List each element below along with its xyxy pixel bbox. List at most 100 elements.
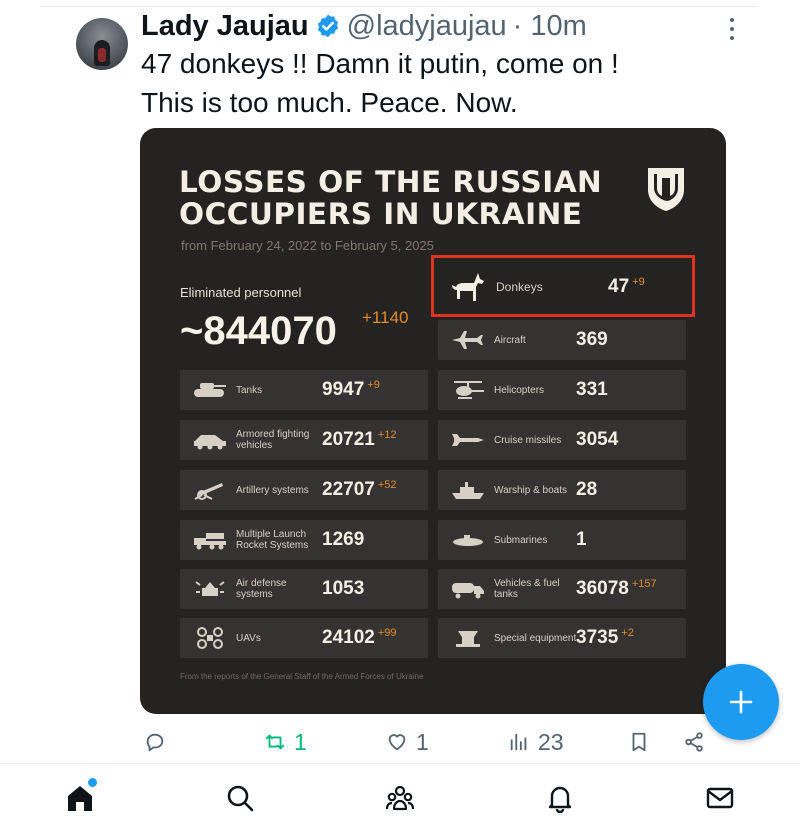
stat-label: Vehicles & fuel tanks [494, 578, 560, 600]
nav-notifications[interactable] [542, 780, 578, 816]
card-title-line: LOSSES OF THE RUSSIAN [179, 165, 603, 199]
nav-search[interactable] [222, 780, 258, 816]
retweet-count: 1 [294, 728, 307, 755]
card-date-range: from February 24, 2022 to February 5, 20… [181, 238, 434, 253]
stat-label: Multiple Launch Rocket Systems [236, 529, 309, 551]
stat-value: 36078 [576, 578, 629, 599]
stat-armored-vehicles: Armored fighting vehicles 20721 +12 [180, 420, 428, 460]
stat-delta: +9 [367, 379, 380, 391]
heart-icon [388, 734, 406, 751]
tweet-image[interactable]: LOSSES OF THE RUSSIAN OCCUPIERS IN UKRAI… [140, 128, 726, 714]
stat-value-row: 1053 [322, 569, 367, 609]
like-count: 1 [416, 728, 429, 755]
views-button[interactable]: 23 [508, 726, 564, 758]
more-options-icon[interactable] [724, 18, 740, 40]
stat-tanks: Tanks 9947 +9 [180, 370, 428, 410]
drone-icon [197, 627, 223, 649]
rocket-launcher-icon [194, 533, 226, 550]
avatar[interactable] [76, 18, 128, 70]
stat-label: Aircraft [494, 334, 526, 346]
truck-icon [452, 583, 484, 599]
verified-badge-icon [317, 14, 338, 38]
stat-label: Helicopters [494, 384, 545, 396]
reply-button[interactable] [144, 726, 174, 758]
avatar-figure-detail [98, 48, 106, 62]
stat-helicopters: Helicopters 331 [438, 370, 686, 410]
stat-uavs: UAVs 24102 +99 [180, 618, 428, 658]
top-divider [40, 6, 758, 7]
personnel-label: Eliminated personnel [180, 285, 302, 300]
stat-value: 369 [576, 329, 608, 350]
home-notification-dot [86, 776, 99, 789]
stat-label: Cruise missiles [494, 434, 562, 446]
like-button[interactable]: 1 [386, 726, 429, 758]
stat-label: Tanks [236, 384, 263, 396]
stat-label: Air defense systems [236, 578, 287, 600]
nav-messages[interactable] [702, 780, 738, 816]
artillery-icon [194, 483, 223, 500]
bell-icon [548, 786, 572, 813]
stat-value: 22707 [322, 479, 375, 500]
stat-value: 9947 [322, 379, 365, 400]
armored-vehicle-icon [194, 435, 226, 450]
retweet-icon [265, 734, 285, 750]
stat-delta: +99 [377, 627, 397, 639]
stat-label: Artillery systems [236, 484, 309, 496]
communities-icon [385, 785, 415, 811]
compose-button[interactable] [703, 664, 779, 740]
stat-air-defense: Air defense systems 1053 [180, 569, 428, 609]
stat-value-row: 9947 +9 [322, 370, 380, 410]
stat-aircraft: Aircraft 369 [438, 320, 686, 360]
tweet-actions: 1 1 23 [140, 726, 720, 758]
tweet-text-line: This is too much. Peace. Now. [141, 87, 518, 118]
author-name[interactable]: Lady Jaujau [141, 10, 309, 43]
share-icon [685, 732, 703, 752]
stat-value-row: 28 [576, 470, 600, 510]
stat-delta: +12 [377, 429, 397, 441]
tweet-header: Lady Jaujau @ladyjaujau · 10m [141, 8, 587, 44]
views-icon [510, 733, 527, 751]
stat-delta: +52 [377, 479, 397, 491]
stat-label: UAVs [236, 632, 261, 644]
donkeys-highlight-box [431, 255, 695, 317]
tweet-time[interactable]: · 10m [513, 10, 587, 43]
retweet-button[interactable]: 1 [264, 726, 307, 758]
stat-submarines: Submarines 1 [438, 520, 686, 560]
missile-icon [452, 434, 484, 446]
warship-icon [452, 482, 484, 499]
stat-special-equipment: Special equipment 3735 +2 [438, 618, 686, 658]
stat-warships: Warship & boats 28 [438, 470, 686, 510]
bottom-nav [0, 764, 800, 830]
stat-vehicles: Vehicles & fuel tanks 36078 +157 [438, 569, 686, 609]
stat-value-row: 1269 [322, 520, 367, 560]
stat-label: Armored fighting vehicles [236, 429, 310, 451]
special-equipment-icon [456, 631, 480, 647]
card-title: LOSSES OF THE RUSSIAN OCCUPIERS IN UKRAI… [179, 166, 602, 230]
tweet-text-line: 47 donkeys !! Damn it putin, come on ! [141, 48, 619, 79]
tweet-text: 47 donkeys !! Damn it putin, come on ! T… [141, 44, 741, 122]
stat-delta: +157 [631, 578, 657, 590]
stat-label: Special equipment [494, 632, 577, 644]
plus-icon [729, 690, 753, 714]
stat-cruise-missiles: Cruise missiles 3054 [438, 420, 686, 460]
stat-value: 1269 [322, 529, 365, 550]
stat-label: Submarines [494, 534, 548, 546]
search-icon [227, 785, 254, 812]
author-handle[interactable]: @ladyjaujau [347, 10, 507, 43]
stat-value-row: 3054 [576, 420, 621, 460]
stat-artillery: Artillery systems 22707 +52 [180, 470, 428, 510]
mail-icon [706, 787, 734, 809]
reply-icon [146, 733, 164, 752]
personnel-value: ~844070 [180, 309, 337, 353]
share-button[interactable] [683, 726, 705, 758]
nav-communities[interactable] [382, 780, 418, 816]
stat-rocket-systems: Multiple Launch Rocket Systems 1269 [180, 520, 428, 560]
stat-value: 28 [576, 479, 598, 500]
stat-value-row: 22707 +52 [322, 470, 397, 510]
bookmark-button[interactable] [628, 726, 650, 758]
stat-value: 3735 [576, 627, 619, 648]
personnel-delta: +1140 [362, 308, 409, 327]
stat-value-row: 1 [576, 520, 590, 560]
stat-value: 3054 [576, 429, 619, 450]
stat-value-row: 24102 +99 [322, 618, 397, 658]
